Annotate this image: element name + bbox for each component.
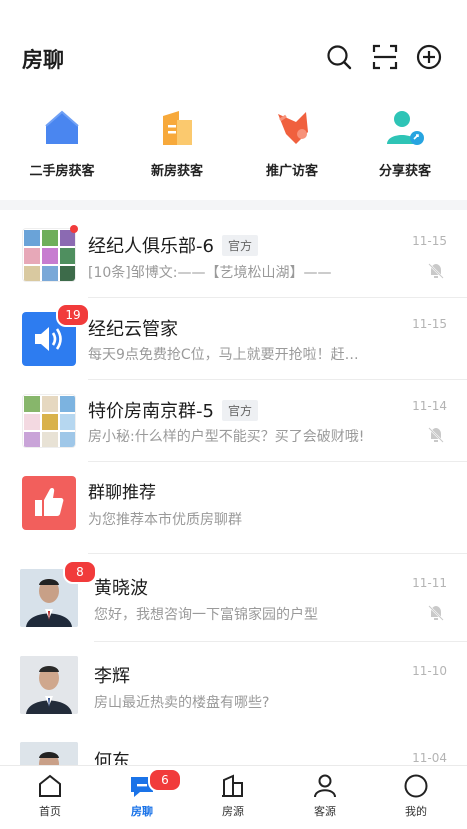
chat-item[interactable]: 李辉 11-10 房山最近热卖的楼盘有哪些? — [0, 642, 467, 730]
profile-circle-icon — [404, 774, 428, 798]
chat-preview: [10条]邹博文:——【艺境松山湖】—— — [88, 265, 332, 281]
unread-badge: 8 — [63, 560, 97, 584]
quick-action-second-hand[interactable]: 二手房获客 — [7, 108, 117, 179]
quick-action-label: 分享获客 — [378, 164, 431, 179]
chat-item[interactable]: 特价房南京群-5 官方 11-14 房小秘:什么样的户型不能买？买了会破财哦! — [0, 380, 467, 462]
tab-clients[interactable]: 客源 — [285, 772, 365, 819]
unread-badge: 6 — [148, 768, 182, 792]
chat-name: 黄晓波 — [94, 578, 148, 599]
chat-preview: 为您推荐本市优质房聊群 — [88, 512, 242, 528]
chat-time: 11-15 — [412, 234, 447, 248]
chat-name: 群聊推荐 — [88, 483, 156, 503]
official-tag: 官方 — [221, 234, 258, 256]
chat-name: 经纪云管家 — [88, 319, 178, 340]
chat-item[interactable]: 19 经纪云管家 11-15 每天9点免费抢C位，马上就要开抢啦！赶… — [0, 298, 467, 380]
chat-preview: 房小秘:什么样的户型不能买？买了会破财哦! — [88, 429, 365, 445]
tab-me[interactable]: 我的 — [376, 772, 456, 819]
tab-listings[interactable]: 房源 — [193, 772, 273, 819]
quick-action-promote[interactable]: 推广访客 — [237, 108, 347, 179]
tab-label: 房源 — [222, 805, 244, 818]
group-avatar — [22, 394, 76, 448]
unread-dot — [70, 225, 78, 233]
house-icon — [45, 110, 79, 144]
top-bar: 房聊 — [0, 0, 467, 105]
chat-time: 11-10 — [412, 664, 447, 678]
quick-action-label: 二手房获客 — [29, 164, 95, 179]
building-icon — [163, 111, 192, 145]
share-user-icon — [387, 111, 424, 145]
search-icon[interactable] — [326, 44, 352, 70]
chat-time: 11-04 — [412, 751, 447, 765]
quick-action-label: 新房获客 — [150, 164, 203, 179]
chat-item[interactable]: 何东 11-04 — [0, 730, 467, 770]
chat-preview: 房山最近热卖的楼盘有哪些? — [94, 695, 270, 711]
mute-icon — [428, 605, 444, 621]
chat-name: 特价房南京群-5 官方 — [88, 397, 258, 423]
person-icon — [314, 774, 336, 798]
chat-time: 11-11 — [412, 576, 447, 590]
quick-action-label: 推广访客 — [265, 164, 318, 179]
tab-chat[interactable]: 6 房聊 — [102, 768, 182, 819]
group-avatar — [22, 228, 76, 282]
tab-label: 房聊 — [131, 805, 153, 818]
chat-time: 11-15 — [412, 317, 447, 331]
chat-name: 经纪人俱乐部-6 官方 — [88, 232, 258, 258]
quick-action-share[interactable]: 分享获客 — [350, 108, 460, 179]
home-icon — [39, 774, 61, 797]
chat-preview: 您好，我想咨询一下富锦家园的户型 — [94, 607, 318, 623]
thumbs-up-icon — [35, 488, 64, 516]
chat-name: 李辉 — [94, 666, 130, 687]
add-icon[interactable] — [416, 44, 442, 70]
mute-icon — [428, 263, 444, 279]
tab-label: 客源 — [314, 805, 336, 818]
bottom-tab-bar: 首页 6 房聊 房源 客源 我的 — [0, 765, 467, 829]
chat-preview: 每天9点免费抢C位，马上就要开抢啦！赶… — [88, 347, 359, 363]
avatar — [20, 656, 78, 714]
scan-icon[interactable] — [372, 44, 398, 70]
quick-actions: 二手房获客 新房获客 推广访客 分享获客 — [0, 108, 467, 200]
chat-item[interactable]: 群聊推荐 为您推荐本市优质房聊群 — [0, 462, 467, 554]
building-outline-icon — [222, 774, 243, 797]
tab-label: 我的 — [405, 805, 427, 818]
page-title: 房聊 — [22, 48, 64, 72]
mute-icon — [428, 427, 444, 443]
chat-time: 11-14 — [412, 399, 447, 413]
official-tag: 官方 — [221, 399, 258, 421]
tab-home[interactable]: 首页 — [10, 772, 90, 819]
chat-item[interactable]: 经纪人俱乐部-6 官方 11-15 [10条]邹博文:——【艺境松山湖】—— — [0, 210, 467, 298]
chat-item[interactable]: 8 黄晓波 11-11 您好，我想咨询一下富锦家园的户型 — [0, 554, 467, 642]
section-divider — [0, 200, 467, 210]
quick-action-new-house[interactable]: 新房获客 — [122, 108, 232, 179]
recommend-avatar — [22, 476, 76, 530]
promote-icon — [278, 112, 308, 144]
unread-badge: 19 — [56, 303, 90, 327]
tab-label: 首页 — [39, 805, 61, 818]
